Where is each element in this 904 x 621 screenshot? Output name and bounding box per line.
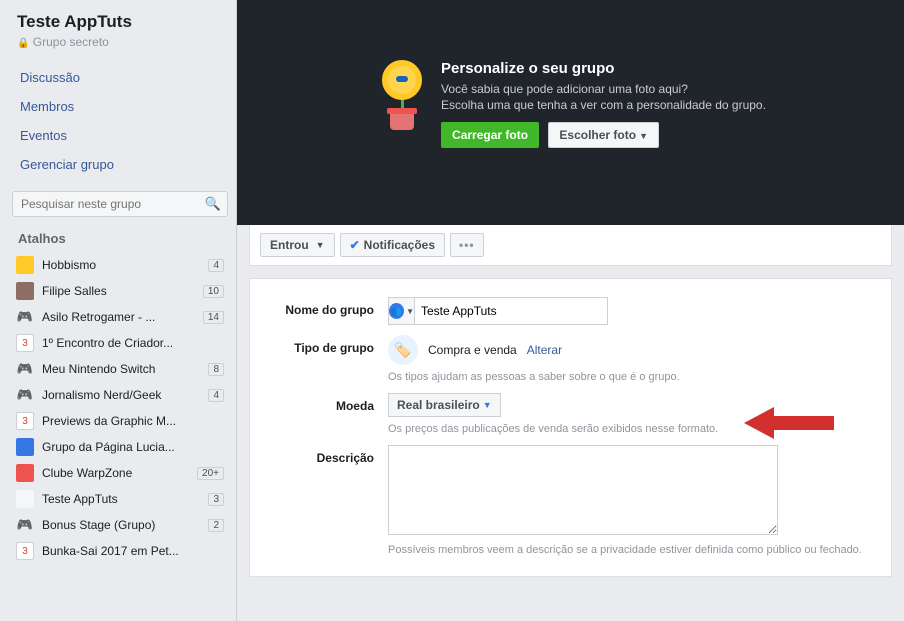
cover-title: Personalize o seu grupo — [441, 60, 766, 77]
search-box[interactable]: 🔍 — [12, 191, 228, 217]
group-privacy: 🔒 Grupo secreto — [12, 35, 228, 49]
lock-icon: 🔒 — [17, 38, 29, 49]
shortcut-label: Asilo Retrogamer - ... — [42, 310, 199, 324]
sidebar-nav-item[interactable]: Discussão — [12, 63, 228, 92]
shortcut-badge: 4 — [208, 389, 224, 402]
desc-label: Descrição — [268, 445, 388, 465]
type-helper: Os tipos ajudam as pessoas a saber sobre… — [388, 371, 873, 383]
currency-value: Real brasileiro — [397, 398, 480, 412]
shortcuts-header: Atalhos — [12, 231, 228, 246]
shortcut-icon: 🎮 — [16, 360, 34, 378]
shortcut-icon — [16, 490, 34, 508]
cover-line1: Você sabia que pode adicionar uma foto a… — [441, 82, 766, 96]
shortcuts-list: Hobbismo 4 Filipe Salles 10 🎮 Asilo Retrogame… — [12, 252, 228, 564]
caret-down-icon: ▼ — [406, 307, 414, 316]
shortcut-item[interactable]: 3 Bunka-Sai 2017 em Pet... — [12, 538, 228, 564]
shortcut-icon — [16, 282, 34, 300]
more-button[interactable]: ••• — [450, 233, 484, 257]
caret-down-icon: ▼ — [316, 240, 325, 250]
shortcut-badge: 4 — [208, 259, 224, 272]
shortcut-badge: 2 — [208, 519, 224, 532]
shortcut-badge: 3 — [208, 493, 224, 506]
shortcut-badge: 20+ — [197, 467, 224, 480]
desc-helper: Possíveis membros veem a descrição se a … — [388, 544, 873, 556]
shortcut-item[interactable]: Filipe Salles 10 — [12, 278, 228, 304]
shortcut-item[interactable]: 3 Previews da Graphic M... — [12, 408, 228, 434]
upload-photo-button[interactable]: Carregar foto — [441, 122, 539, 148]
sidebar-nav: DiscussãoMembrosEventosGerenciar grupo — [12, 63, 228, 179]
settings-form: Nome do grupo 👥 ▼ Tipo de grupo 🏷️ — [249, 278, 892, 577]
shortcut-icon: 🎮 — [16, 386, 34, 404]
type-label: Tipo de grupo — [268, 335, 388, 355]
shortcut-item[interactable]: Hobbismo 4 — [12, 252, 228, 278]
shortcut-item[interactable]: 3 1º Encontro de Criador... — [12, 330, 228, 356]
group-name-input[interactable] — [415, 299, 607, 323]
shortcut-icon: 🎮 — [16, 308, 34, 326]
type-value: Compra e venda — [428, 343, 517, 357]
shortcut-icon — [16, 256, 34, 274]
shortcut-item[interactable]: 🎮 Meu Nintendo Switch 8 — [12, 356, 228, 382]
currency-label: Moeda — [268, 393, 388, 413]
shortcut-item[interactable]: 🎮 Bonus Stage (Grupo) 2 — [12, 512, 228, 538]
shortcut-badge: 8 — [208, 363, 224, 376]
shortcut-item[interactable]: 🎮 Jornalismo Nerd/Geek 4 — [12, 382, 228, 408]
shortcut-label: Previews da Graphic M... — [42, 414, 224, 428]
shortcut-label: 1º Encontro de Criador... — [42, 336, 224, 350]
name-input-group: 👥 ▼ — [388, 297, 608, 325]
shortcut-label: Teste AppTuts — [42, 492, 204, 506]
shortcut-label: Bonus Stage (Grupo) — [42, 518, 204, 532]
currency-dropdown[interactable]: Real brasileiro ▼ — [388, 393, 501, 417]
flower-illustration — [375, 60, 429, 132]
notifications-label: Notificações — [364, 238, 435, 252]
shortcut-item[interactable]: Clube WarpZone 20+ — [12, 460, 228, 486]
tag-icon: 🏷️ — [388, 335, 418, 365]
shortcut-icon: 3 — [16, 334, 34, 352]
shortcut-label: Jornalismo Nerd/Geek — [42, 388, 204, 402]
sidebar-nav-item[interactable]: Membros — [12, 92, 228, 121]
shortcut-icon: 🎮 — [16, 516, 34, 534]
choose-photo-label: Escolher foto — [559, 128, 636, 142]
shortcut-label: Hobbismo — [42, 258, 204, 272]
joined-button[interactable]: Entrou ▼ — [260, 233, 335, 257]
privacy-label: Grupo secreto — [33, 35, 109, 49]
main-content: Personalize o seu grupo Você sabia que p… — [237, 0, 904, 621]
shortcut-badge: 10 — [203, 285, 224, 298]
currency-helper: Os preços das publicações de venda serão… — [388, 423, 873, 435]
shortcut-label: Meu Nintendo Switch — [42, 362, 204, 376]
caret-down-icon: ▼ — [639, 131, 648, 141]
name-label: Nome do grupo — [268, 297, 388, 317]
sidebar-nav-item[interactable]: Eventos — [12, 121, 228, 150]
sidebar-nav-item[interactable]: Gerenciar grupo — [12, 150, 228, 179]
shortcut-icon — [16, 464, 34, 482]
shortcut-badge: 14 — [203, 311, 224, 324]
search-input[interactable] — [19, 195, 205, 213]
group-title: Teste AppTuts — [12, 12, 228, 32]
shortcut-icon: 3 — [16, 542, 34, 560]
caret-down-icon: ▼ — [483, 400, 492, 410]
cover-area: Personalize o seu grupo Você sabia que p… — [237, 0, 904, 225]
shortcut-item[interactable]: Teste AppTuts 3 — [12, 486, 228, 512]
shortcut-icon — [16, 438, 34, 456]
group-icon: 👥 — [389, 303, 404, 319]
group-toolbar: Entrou ▼ ✔ Notificações ••• — [249, 225, 892, 266]
shortcut-icon: 3 — [16, 412, 34, 430]
shortcut-label: Grupo da Página Lucia... — [42, 440, 224, 454]
shortcut-label: Bunka-Sai 2017 em Pet... — [42, 544, 224, 558]
shortcut-label: Clube WarpZone — [42, 466, 193, 480]
change-type-link[interactable]: Alterar — [527, 343, 562, 357]
description-textarea[interactable] — [388, 445, 778, 535]
sidebar: Teste AppTuts 🔒 Grupo secreto DiscussãoM… — [0, 0, 237, 621]
check-icon: ✔ — [350, 238, 360, 252]
joined-label: Entrou — [270, 238, 309, 252]
search-icon: 🔍 — [205, 196, 221, 212]
cover-line2: Escolha uma que tenha a ver com a person… — [441, 98, 766, 112]
group-icon-picker[interactable]: 👥 ▼ — [389, 298, 415, 324]
shortcut-item[interactable]: Grupo da Página Lucia... — [12, 434, 228, 460]
shortcut-item[interactable]: 🎮 Asilo Retrogamer - ... 14 — [12, 304, 228, 330]
choose-photo-button[interactable]: Escolher foto▼ — [548, 122, 659, 148]
shortcut-label: Filipe Salles — [42, 284, 199, 298]
notifications-button[interactable]: ✔ Notificações — [340, 233, 445, 257]
